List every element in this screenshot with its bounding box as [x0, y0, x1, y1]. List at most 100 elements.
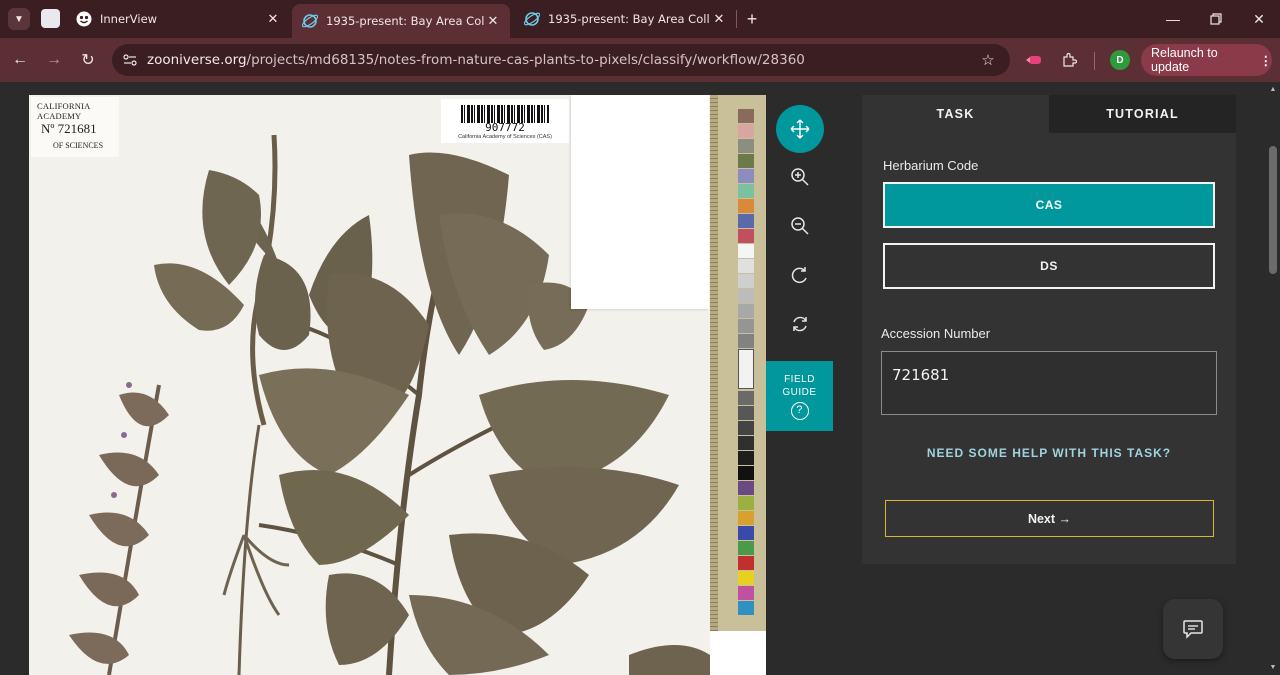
specimen-label-number: Nº 721681 — [41, 121, 97, 136]
color-swatch — [738, 421, 754, 435]
tab-separator — [736, 10, 737, 28]
zoom-out-button[interactable] — [776, 202, 824, 250]
page-content: CALIFORNIA ACADEMY Nº 721681 OF SCIENCES… — [0, 82, 1280, 675]
color-scale-strip — [710, 95, 766, 631]
close-tab-icon[interactable]: ✕ — [710, 10, 728, 28]
relaunch-button[interactable]: Relaunch to update ⋮ — [1141, 44, 1272, 76]
innerview-favicon-icon — [76, 11, 92, 27]
close-tab-icon[interactable]: ✕ — [264, 10, 282, 28]
color-swatch — [738, 481, 754, 495]
scroll-thumb[interactable] — [1269, 146, 1277, 274]
subject-image[interactable]: CALIFORNIA ACADEMY Nº 721681 OF SCIENCES… — [29, 95, 766, 675]
extension-icon[interactable] — [1026, 51, 1044, 69]
browser-toolbar: ← → ↻ zooniverse.org/projects/md68135/no… — [0, 38, 1280, 82]
back-arrow-icon[interactable]: ← — [9, 49, 31, 71]
bookmark-star-icon[interactable]: ☆ — [978, 50, 998, 70]
color-swatch — [738, 391, 754, 405]
field-guide-button[interactable]: FIELD GUIDE ? — [766, 361, 833, 431]
color-swatch — [738, 214, 754, 228]
tab-task[interactable]: TASK — [862, 95, 1049, 133]
answer-ds-button[interactable]: DS — [883, 243, 1215, 289]
chat-icon — [1183, 620, 1203, 639]
scroll-down-icon[interactable]: ▼ — [1268, 662, 1278, 672]
field-guide-line2: GUIDE — [782, 387, 817, 398]
accession-number-label: Accession Number — [881, 326, 991, 341]
tab-title: InnerView — [100, 12, 158, 26]
scroll-up-icon[interactable]: ▲ — [1268, 84, 1278, 94]
color-swatch — [738, 304, 754, 318]
color-swatch — [738, 229, 754, 243]
color-swatch — [738, 526, 754, 540]
color-swatch — [738, 451, 754, 465]
feedback-chat-button[interactable] — [1163, 599, 1223, 659]
answer-cas-button[interactable]: CAS — [883, 182, 1215, 228]
specimen-label-line3: OF SCIENCES — [53, 141, 104, 150]
profile-avatar[interactable]: D — [1110, 50, 1130, 70]
tab-bay-area[interactable]: 1935-present: Bay Area Collectio ✕ — [514, 4, 736, 34]
next-button[interactable]: Next → — [885, 500, 1214, 537]
rotate-icon — [791, 267, 807, 284]
field-guide-line1: FIELD — [784, 374, 815, 385]
color-swatch — [738, 154, 754, 168]
color-swatch — [738, 124, 754, 138]
minimize-icon[interactable]: — — [1162, 8, 1184, 30]
color-swatch — [738, 496, 754, 510]
pinned-tab[interactable] — [41, 9, 60, 28]
close-window-icon[interactable]: ✕ — [1248, 8, 1270, 30]
color-swatch — [738, 199, 754, 213]
extensions-puzzle-icon[interactable] — [1060, 51, 1078, 69]
zoom-out-icon — [791, 217, 809, 235]
color-swatch — [738, 571, 754, 585]
color-swatch — [738, 274, 754, 288]
move-icon — [790, 119, 810, 139]
specimen-label-line1: CALIFORNIA ACADEMY — [37, 101, 91, 121]
new-tab-icon[interactable]: + — [742, 9, 762, 29]
url-text[interactable]: zooniverse.org/projects/md68135/notes-fr… — [147, 52, 805, 68]
tab-search-button[interactable]: ▼ — [8, 8, 30, 30]
tab-innerview[interactable]: InnerView ✕ — [66, 4, 290, 34]
tab-title: 1935-present: Bay Area Collectio — [326, 14, 484, 28]
relaunch-label: Relaunch to update — [1151, 46, 1218, 74]
color-swatch — [738, 244, 754, 258]
accession-number-input[interactable]: 721681 — [881, 351, 1217, 415]
zoom-in-button[interactable] — [776, 153, 824, 201]
task-help-link[interactable]: NEED SOME HELP WITH THIS TASK? — [862, 446, 1236, 460]
page-scrollbar[interactable]: ▲ ▼ — [1266, 82, 1280, 675]
forward-arrow-icon[interactable]: → — [43, 49, 65, 71]
reset-icon — [793, 316, 807, 332]
barcode-number: 907772 — [485, 121, 525, 134]
zooniverse-favicon-icon — [524, 11, 540, 27]
move-button[interactable] — [776, 105, 824, 153]
specimen-envelope — [571, 95, 709, 309]
barcode-label: 907772 California Academy of Sciences (C… — [441, 99, 569, 143]
reload-icon[interactable]: ↻ — [77, 49, 99, 71]
more-menu-icon: ⋮ — [1259, 53, 1273, 68]
color-swatch — [738, 406, 754, 420]
color-swatch — [738, 319, 754, 333]
color-swatch — [738, 334, 754, 348]
specimen-margin — [710, 631, 766, 675]
restore-icon[interactable] — [1205, 8, 1227, 30]
barcode-institution: California Academy of Sciences (CAS) — [458, 134, 552, 140]
tab-tutorial[interactable]: TUTORIAL — [1049, 95, 1236, 133]
address-bar[interactable]: zooniverse.org/projects/md68135/notes-fr… — [112, 44, 1010, 76]
toolbar-separator — [1094, 52, 1095, 70]
rotate-button[interactable] — [776, 251, 824, 299]
color-swatch — [738, 169, 754, 183]
zoom-in-icon — [791, 168, 809, 186]
grey-card — [738, 349, 754, 389]
color-swatch — [738, 586, 754, 600]
color-swatch — [738, 466, 754, 480]
ruler — [710, 95, 718, 631]
reset-button[interactable] — [776, 300, 824, 348]
close-tab-icon[interactable]: ✕ — [484, 12, 502, 30]
color-swatch — [738, 511, 754, 525]
color-swatch — [738, 601, 754, 615]
color-swatch — [738, 289, 754, 303]
color-swatch — [738, 259, 754, 273]
zooniverse-favicon-icon — [302, 13, 318, 29]
color-swatch — [738, 184, 754, 198]
tab-bay-area-active[interactable]: 1935-present: Bay Area Collectio ✕ — [292, 4, 510, 38]
color-swatch — [738, 556, 754, 570]
site-settings-icon[interactable] — [122, 52, 138, 68]
